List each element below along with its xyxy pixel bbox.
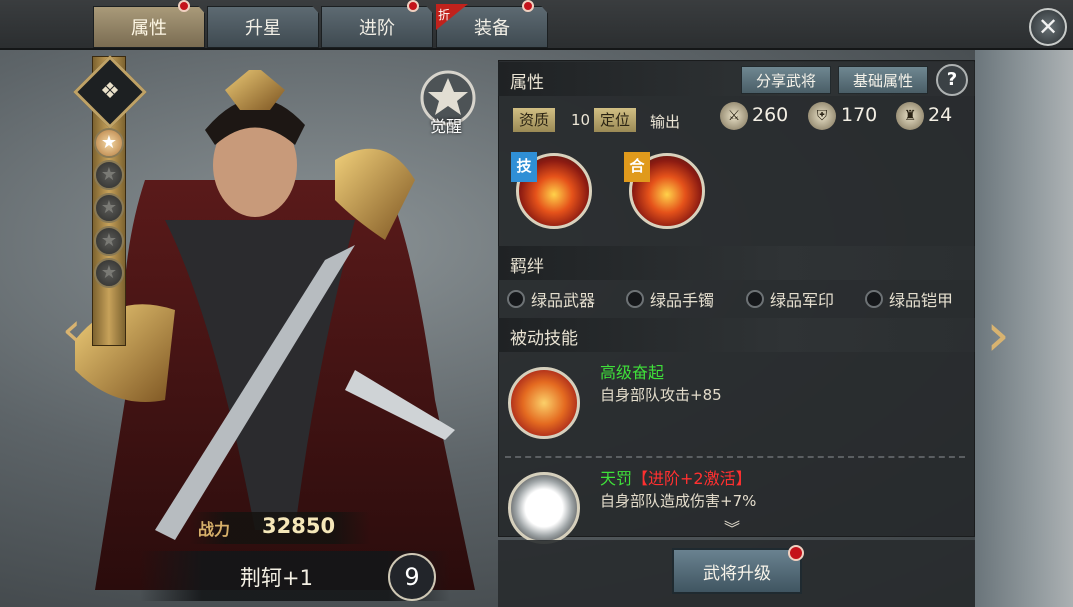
defense-value: 170 [841,104,878,126]
help-icon[interactable]: ? [936,64,968,96]
upgrade-hero-button[interactable]: 武将升级 [672,548,802,594]
bond-item[interactable]: 绿品军印 [746,287,834,311]
passive-skills-section-title: 被动技能 [498,318,975,352]
close-icon: ✕ [1037,13,1059,41]
bonds-section-title: 羁绊 [498,246,975,280]
position-value: 输出 [650,113,681,131]
tab-label: 装备 [474,18,510,39]
defense-icon: ⛨ [808,102,836,130]
hero-level: 9 [388,553,436,601]
tab-label: 进阶 [359,18,395,39]
skill-tag-badge: 合 [624,152,650,182]
bond-empty-slot-icon [746,290,764,308]
star-icon: ★ [94,160,124,190]
tab-attributes[interactable]: 属性 [93,6,205,48]
bond-empty-slot-icon [865,290,883,308]
power-label: 战力 [198,520,231,539]
passive-skill-icon[interactable] [508,367,580,439]
aptitude-value: 10 [571,111,591,129]
prev-hero-arrow-icon[interactable]: ‹ [62,302,102,364]
tab-attributes-alert-dot [178,0,190,12]
passive-activation-note: 【进阶+2激活】 [632,469,752,488]
star-icon: ★ [94,226,124,256]
awaken-label: 觉醒 [430,117,463,136]
tab-star-up[interactable]: 升星 [207,6,319,48]
bond-item[interactable]: 绿品武器 [507,287,595,311]
tab-label: 属性 [131,18,167,39]
bond-empty-slot-icon [626,290,644,308]
bond-item[interactable]: 绿品手镯 [626,287,714,311]
passive-skill-desc: 自身部队攻击+85 [600,386,722,404]
passive-skill-name: 高级奋起 [600,363,665,382]
position-tag: 定位 [594,108,637,132]
tab-label: 升星 [245,18,281,39]
aptitude-tag: 资质 [513,108,556,132]
tab-advance-alert-dot [407,0,419,12]
hero-name: 荆轲+1 [240,566,313,590]
skill-tag-badge: 技 [511,152,537,182]
attack-value: 260 [752,104,789,126]
star-icon: ★ [94,258,124,288]
power-value: 32850 [262,514,336,538]
troops-icon: ♜ [896,102,924,130]
next-hero-arrow-icon[interactable]: › [978,300,1018,370]
passive-skill-desc: 自身部队造成伤害+7% [600,492,757,510]
passive-skill-name: 天罚 [600,469,633,488]
bond-item[interactable]: 绿品铠甲 [865,287,953,311]
passive-skill-name-row: 天罚【进阶+2激活】 [600,465,752,489]
tab-advance[interactable]: 进阶 [321,6,433,48]
upgrade-alert-dot [788,545,804,561]
passive-skill-icon[interactable] [508,472,580,544]
bond-empty-slot-icon [507,290,525,308]
base-attributes-button[interactable]: 基础属性 [838,66,928,94]
share-hero-button[interactable]: 分享武将 [741,66,831,94]
star-icon: ★ [94,193,124,223]
wolf-emblem-icon: ❖ [100,79,120,104]
close-button[interactable]: ✕ [1029,8,1067,46]
attack-icon: ⚔ [720,102,748,130]
troops-value: 24 [928,104,953,126]
scroll-more-icon[interactable]: ︾ [724,515,740,539]
divider [505,456,965,458]
tab-equipment-alert-dot [522,0,534,12]
star-icon: ★ [94,128,124,158]
